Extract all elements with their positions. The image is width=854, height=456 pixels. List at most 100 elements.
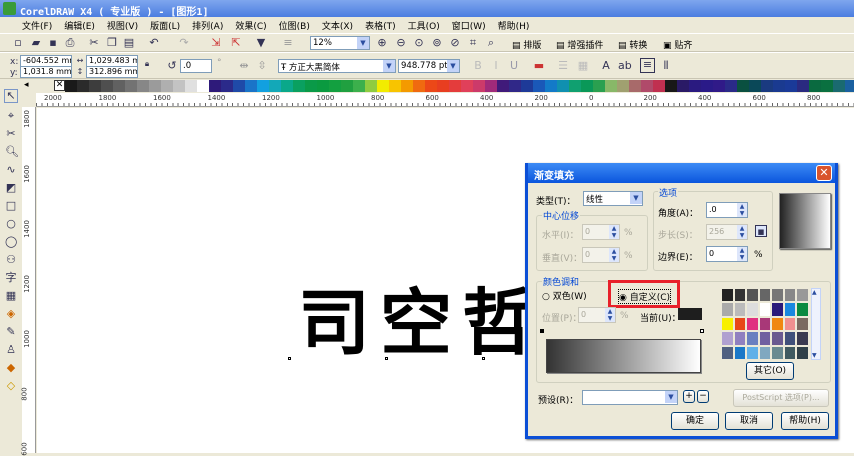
zoom-tool-icon[interactable]: 🔍︎ bbox=[5, 146, 19, 158]
zoom-all-icon[interactable]: ⊚ bbox=[431, 37, 443, 49]
palette-swatch[interactable] bbox=[701, 80, 713, 92]
palette-swatch[interactable] bbox=[737, 80, 749, 92]
y-position-field[interactable]: 1,031.8 mm bbox=[20, 66, 72, 78]
palette-swatch[interactable] bbox=[833, 80, 845, 92]
color-swatch[interactable] bbox=[783, 316, 797, 332]
color-swatch[interactable] bbox=[721, 331, 734, 346]
palette-swatch[interactable] bbox=[773, 80, 785, 92]
import-icon[interactable]: ⇲ bbox=[210, 37, 222, 49]
palette-swatch[interactable] bbox=[233, 80, 245, 92]
menu-view[interactable]: 视图(V) bbox=[107, 19, 138, 32]
color-swatch[interactable] bbox=[783, 331, 797, 346]
palette-swatch[interactable] bbox=[425, 80, 437, 92]
text-align-icon[interactable]: ▬ bbox=[533, 60, 545, 72]
palette-swatch[interactable] bbox=[581, 80, 593, 92]
palette-swatch[interactable] bbox=[749, 80, 761, 92]
color-swatch[interactable] bbox=[746, 331, 759, 346]
color-swatch[interactable] bbox=[783, 302, 797, 317]
dropcap-icon[interactable]: ▦ bbox=[577, 60, 589, 72]
freehand-tool-icon[interactable]: ∿ bbox=[5, 164, 17, 176]
gradient-blend-bar[interactable] bbox=[546, 339, 701, 373]
menu-help[interactable]: 帮助(H) bbox=[498, 19, 530, 32]
palette-swatch[interactable] bbox=[329, 80, 341, 92]
pick-tool-icon[interactable]: ↖ bbox=[4, 89, 18, 103]
palette-swatch[interactable] bbox=[677, 80, 689, 92]
color-palette[interactable] bbox=[65, 80, 854, 92]
vertical-text-icon[interactable]: ⦀ bbox=[660, 60, 672, 72]
color-swatch[interactable] bbox=[796, 288, 809, 303]
color-swatch[interactable] bbox=[771, 302, 784, 317]
font-size-select[interactable]: 948.778 pt ▼ bbox=[398, 59, 460, 73]
palette-swatch[interactable] bbox=[533, 80, 545, 92]
selection-handle[interactable] bbox=[288, 357, 291, 360]
zoom-in-icon[interactable]: ⊕ bbox=[376, 37, 388, 49]
help-button[interactable]: 帮助(H) bbox=[781, 412, 829, 430]
palette-swatch[interactable] bbox=[437, 80, 449, 92]
palette-swatch[interactable] bbox=[365, 80, 377, 92]
angle-spinner[interactable]: .0 ▲ ▼ bbox=[706, 202, 748, 218]
palette-swatch[interactable] bbox=[845, 80, 854, 92]
palette-swatch[interactable] bbox=[557, 80, 569, 92]
palette-swatch[interactable] bbox=[689, 80, 701, 92]
paste-icon[interactable]: ▤ bbox=[123, 37, 135, 49]
palette-swatch[interactable] bbox=[197, 80, 209, 92]
palette-swatch[interactable] bbox=[125, 80, 137, 92]
edit-text-icon[interactable]: A bbox=[600, 60, 612, 72]
plugin-snap-button[interactable]: ▣ 贴齐 bbox=[663, 38, 692, 51]
color-swatch[interactable] bbox=[733, 316, 747, 332]
close-icon[interactable]: ✕ bbox=[816, 165, 832, 181]
menu-effects[interactable]: 效果(C) bbox=[235, 19, 266, 32]
palette-swatch[interactable] bbox=[497, 80, 509, 92]
palette-swatch[interactable] bbox=[413, 80, 425, 92]
color-swatch-grid[interactable] bbox=[721, 288, 809, 360]
palette-swatch[interactable] bbox=[665, 80, 677, 92]
color-swatch[interactable] bbox=[733, 288, 747, 303]
palette-swatch[interactable] bbox=[785, 80, 797, 92]
menu-text[interactable]: 文本(X) bbox=[322, 19, 353, 32]
palette-swatch[interactable] bbox=[377, 80, 389, 92]
palette-swatch[interactable] bbox=[629, 80, 641, 92]
welcome-icon[interactable]: ≡ bbox=[282, 37, 294, 49]
palette-swatch[interactable] bbox=[569, 80, 581, 92]
text-tool-icon[interactable]: 字 bbox=[5, 272, 17, 284]
color-swatch[interactable] bbox=[746, 302, 759, 317]
color-swatch[interactable] bbox=[746, 345, 759, 360]
palette-swatch[interactable] bbox=[149, 80, 161, 92]
color-swatch[interactable] bbox=[758, 331, 772, 346]
palette-swatch[interactable] bbox=[221, 80, 233, 92]
chevron-down-icon[interactable]: ▼ bbox=[812, 352, 817, 359]
canvas-text-object[interactable]: 司空哲 bbox=[298, 278, 544, 368]
menu-bitmaps[interactable]: 位图(B) bbox=[279, 19, 310, 32]
height-field[interactable]: 312.896 mm bbox=[86, 66, 138, 78]
crop-tool-icon[interactable]: ✂ bbox=[5, 128, 17, 140]
remove-preset-icon[interactable]: − bbox=[697, 390, 709, 403]
palette-swatch[interactable] bbox=[185, 80, 197, 92]
export-icon[interactable]: ⇱ bbox=[230, 37, 242, 49]
print-icon[interactable]: ⎙ bbox=[64, 37, 76, 49]
zoom-out-icon[interactable]: ⊖ bbox=[395, 37, 407, 49]
palette-swatch[interactable] bbox=[797, 80, 809, 92]
add-preset-icon[interactable]: + bbox=[683, 390, 695, 403]
palette-swatch[interactable] bbox=[761, 80, 773, 92]
color-swatch[interactable] bbox=[746, 288, 759, 303]
lock-ratio-icon[interactable]: 🔒︎ bbox=[141, 58, 153, 70]
color-swatch[interactable] bbox=[758, 316, 772, 332]
menu-window[interactable]: 窗口(W) bbox=[452, 19, 486, 32]
horizontal-offset-spinner[interactable]: 0 ▲ ▼ bbox=[582, 224, 620, 240]
color-swatch[interactable] bbox=[733, 331, 747, 346]
palette-swatch[interactable] bbox=[269, 80, 281, 92]
palette-swatch[interactable] bbox=[101, 80, 113, 92]
palette-swatch[interactable] bbox=[353, 80, 365, 92]
palette-swatch[interactable] bbox=[245, 80, 257, 92]
palette-swatch[interactable] bbox=[77, 80, 89, 92]
palette-swatch[interactable] bbox=[293, 80, 305, 92]
font-select[interactable]: Ŧ 方正大黑简体 ▼ bbox=[278, 59, 396, 73]
color-swatch[interactable] bbox=[758, 345, 772, 360]
polygon-tool-icon[interactable]: ◯ bbox=[5, 236, 17, 248]
fill-tool-icon[interactable]: ◆ bbox=[5, 362, 17, 374]
color-swatch[interactable] bbox=[796, 331, 809, 346]
two-color-radio[interactable]: ○ 双色(W) bbox=[542, 289, 587, 302]
palette-swatch[interactable] bbox=[401, 80, 413, 92]
menu-file[interactable]: 文件(F) bbox=[22, 19, 52, 32]
custom-radio[interactable]: ◉ 自定义(C) bbox=[618, 289, 672, 304]
